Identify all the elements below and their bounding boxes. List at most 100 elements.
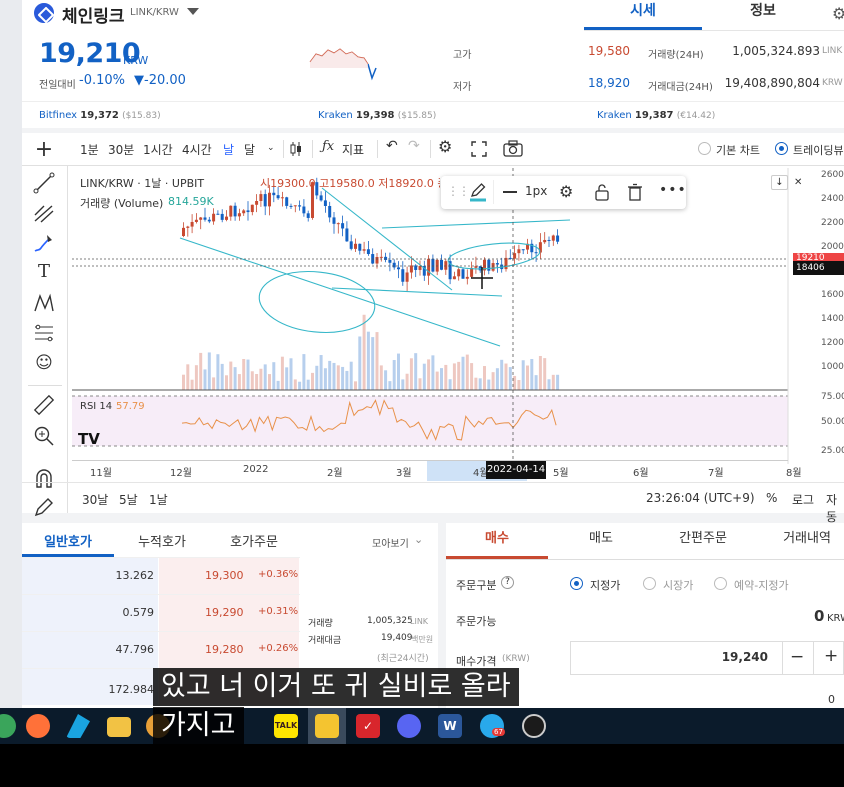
unlock-icon[interactable] xyxy=(594,183,610,201)
settings-gear-icon[interactable]: ⚙ xyxy=(832,4,844,23)
delete-trash-icon[interactable] xyxy=(627,183,643,201)
tab-market[interactable]: 시세 xyxy=(584,0,702,30)
divider xyxy=(377,140,378,158)
tab-orderbook-normal[interactable]: 일반호가 xyxy=(22,523,114,557)
range-1d[interactable]: 1날 xyxy=(149,491,168,508)
price-decrease-button[interactable]: − xyxy=(790,647,804,667)
emoji-tool-icon[interactable]: ☺ xyxy=(32,351,56,375)
indicator-fx-icon[interactable]: ƒx xyxy=(322,139,334,154)
draw-mode-pencil-icon[interactable] xyxy=(32,495,56,519)
market-order-radio[interactable] xyxy=(643,577,656,590)
more-options-icon[interactable]: ••• xyxy=(659,182,687,198)
drawing-settings-gear-icon[interactable]: ⚙ xyxy=(559,182,573,201)
range-5d[interactable]: 5날 xyxy=(119,491,138,508)
interval-day[interactable]: 날 xyxy=(223,141,234,158)
tab-sell[interactable]: 매도 xyxy=(550,523,652,559)
tab-trade-history[interactable]: 거래내역 xyxy=(756,523,844,559)
interval-1hour[interactable]: 1시간 xyxy=(143,141,173,158)
auto-scale-toggle[interactable]: 자동 xyxy=(826,491,844,525)
tab-orderbook-cumulative[interactable]: 누적호가 xyxy=(116,531,208,550)
tradingview-radio[interactable] xyxy=(775,142,788,155)
candle-style-icon[interactable] xyxy=(288,141,304,157)
coin-select-caret-icon[interactable] xyxy=(187,8,199,15)
text-tool-icon[interactable]: T xyxy=(32,261,56,285)
volume-bar xyxy=(418,378,422,390)
candle xyxy=(358,243,362,251)
divider xyxy=(28,385,62,386)
utc-clock[interactable]: 23:26:04 (UTC+9) xyxy=(646,491,755,505)
sticky-notes-taskbar-icon[interactable] xyxy=(315,714,339,738)
obs-taskbar-icon[interactable] xyxy=(522,714,546,738)
scroll-down-icon[interactable]: ↓ xyxy=(771,175,788,190)
help-question-icon[interactable]: ? xyxy=(501,576,514,589)
candle xyxy=(440,259,443,270)
rsi-legend-value: 57.79 xyxy=(116,401,145,412)
crosshair-tool-icon[interactable]: + xyxy=(32,139,56,163)
candle xyxy=(362,249,366,251)
pitchfork-tool-icon[interactable] xyxy=(32,201,56,225)
tab-orderbook-order[interactable]: 호가주문 xyxy=(208,531,300,550)
magnet-tool-icon[interactable] xyxy=(32,466,56,490)
redo-icon[interactable]: ↷ xyxy=(408,138,420,154)
trendline-tool-icon[interactable] xyxy=(32,171,56,195)
group-view-select[interactable]: 모아보기 xyxy=(372,535,409,550)
interval-dropdown-chevron-icon[interactable]: ⌄ xyxy=(267,143,275,153)
line-width-label[interactable]: 1px xyxy=(525,184,547,198)
tab-info[interactable]: 정보 xyxy=(704,0,822,30)
volume-bar xyxy=(366,331,370,390)
range-30d[interactable]: 30날 xyxy=(82,491,108,508)
volume-bar xyxy=(401,379,405,390)
pattern-tool-icon[interactable] xyxy=(32,291,56,315)
line-width-icon[interactable] xyxy=(503,191,517,193)
price-chart-canvas[interactable] xyxy=(72,168,844,464)
tab-buy[interactable]: 매수 xyxy=(446,523,548,559)
volume-bar xyxy=(255,373,259,390)
volume-bar xyxy=(513,375,517,390)
volume-bar xyxy=(203,369,207,390)
folder-taskbar-icon[interactable] xyxy=(107,717,131,737)
volume-24h-unit: LINK xyxy=(822,46,843,56)
interval-month[interactable]: 달 xyxy=(244,141,255,158)
log-scale-toggle[interactable]: 로그 xyxy=(792,491,814,508)
candle xyxy=(207,219,211,222)
app-taskbar-icon[interactable]: ✓ xyxy=(356,714,380,738)
chart-settings-gear-icon[interactable]: ⚙ xyxy=(438,137,452,156)
brush-tool-icon[interactable] xyxy=(32,231,56,255)
volume-bar xyxy=(534,375,538,390)
kakaotalk-taskbar-icon[interactable]: TALK xyxy=(274,714,298,738)
prediction-tool-icon[interactable] xyxy=(32,321,56,345)
reserve-order-radio[interactable] xyxy=(714,577,727,590)
screenshot-camera-icon[interactable] xyxy=(503,140,523,157)
chevron-down-icon[interactable]: ⌄ xyxy=(414,533,423,546)
close-x-icon[interactable]: ✕ xyxy=(794,177,802,188)
basic-chart-radio[interactable] xyxy=(698,142,711,155)
drag-handle-icon[interactable]: ⋮⋮ xyxy=(447,184,470,198)
firefox-taskbar-icon[interactable] xyxy=(26,714,50,738)
candle xyxy=(392,262,396,268)
undo-icon[interactable]: ↶ xyxy=(386,138,398,154)
ruler-tool-icon[interactable] xyxy=(32,393,56,417)
exchange-usd: (€14.42) xyxy=(676,111,716,121)
ask-price: 19,280 xyxy=(205,643,244,656)
price-increase-button[interactable]: + xyxy=(824,646,838,666)
rsi-tick-75: 75.00 xyxy=(821,392,844,402)
word-taskbar-icon[interactable]: W xyxy=(438,714,462,738)
app-taskbar-icon[interactable] xyxy=(66,714,90,738)
interval-4hour[interactable]: 4시간 xyxy=(182,141,212,158)
chrome-taskbar-icon[interactable] xyxy=(0,714,16,738)
interval-1min[interactable]: 1분 xyxy=(80,141,99,158)
divider xyxy=(283,140,284,158)
volume-bar xyxy=(530,359,534,390)
candle xyxy=(345,228,349,242)
ask-qty: 0.579 xyxy=(122,606,155,619)
indicator-button[interactable]: 지표 xyxy=(342,141,364,158)
percent-scale-toggle[interactable]: % xyxy=(766,491,777,505)
volume-bar xyxy=(388,381,392,390)
limit-order-radio[interactable] xyxy=(570,577,583,590)
tab-simple-order[interactable]: 간편주문 xyxy=(652,523,754,559)
fullscreen-icon[interactable] xyxy=(471,141,487,157)
line-color-pencil-icon[interactable] xyxy=(469,182,487,202)
zoom-in-icon[interactable] xyxy=(32,424,56,448)
interval-30min[interactable]: 30분 xyxy=(108,141,134,158)
discord-taskbar-icon[interactable] xyxy=(397,714,421,738)
